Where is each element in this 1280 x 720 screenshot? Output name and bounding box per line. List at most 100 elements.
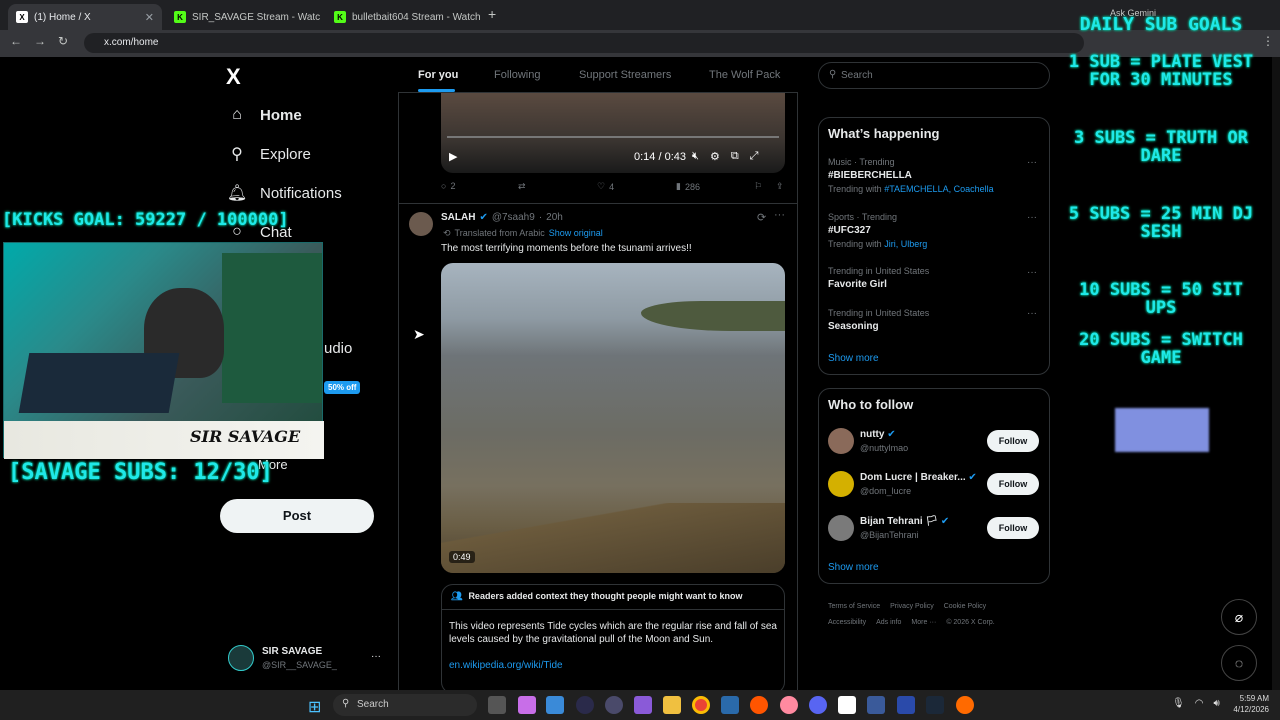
nav-label: Home [260,106,302,124]
mute-icon[interactable]: 🔇︎ [692,150,699,163]
clock[interactable]: 5:59 AM 4/12/2026 [1227,694,1269,714]
tab-following[interactable]: Following [494,69,540,81]
trend-with: Trending with Jiri, Ulberg [828,239,1040,249]
more-icon[interactable]: ··· [1027,308,1037,319]
more-icon[interactable]: ··· [1027,212,1037,223]
footer-link[interactable]: Cookie Policy [944,599,986,615]
share-icon[interactable]: ⇪ [776,181,784,192]
trend-with-links[interactable]: Jiri, Ulberg [884,239,927,249]
grok-icon[interactable]: ⌀ [1221,599,1257,635]
search-box[interactable]: ⚲ Search [818,62,1050,89]
tweet-age[interactable]: 20h [546,212,563,223]
tab-support-streamers[interactable]: Support Streamers [579,69,671,81]
avatar[interactable] [828,471,854,497]
tab-x-home[interactable]: X (1) Home / X ✕ [8,4,162,30]
windows-start-icon[interactable]: ⊞ [308,697,321,717]
follow-button[interactable]: Follow [987,473,1039,495]
avatar[interactable] [828,515,854,541]
show-more-trends[interactable]: Show more [828,353,879,364]
trend-item[interactable]: Sports · Trending #UFC327 Trending with … [828,212,1040,249]
more-icon[interactable]: ··· [1027,157,1037,168]
bookmark-icon[interactable]: ⚐ [754,181,762,192]
follow-button[interactable]: Follow [987,517,1039,539]
more-icon[interactable]: ··· [1027,267,1037,278]
app-icon[interactable] [956,696,974,714]
reply-button[interactable]: ○ 2 [441,181,455,191]
tab-wolf-pack[interactable]: The Wolf Pack [709,69,780,81]
views-button[interactable]: ▮ 286 [676,181,700,192]
footer-link[interactable]: Terms of Service [828,599,880,615]
video-progress[interactable] [447,136,779,138]
copilot-icon[interactable] [518,696,536,714]
trend-item[interactable]: Trending in United States Favorite Girl [828,266,1040,290]
footer-link[interactable]: Ads info [876,615,901,631]
capcut-icon[interactable] [838,696,856,714]
browser-menu-icon[interactable]: ⋮ [1262,34,1274,48]
tweet-video[interactable] [441,263,785,573]
mic-icon[interactable]: 🎙︎ [1172,698,1185,709]
follow-name[interactable]: Bijan Tehrani 🏳︎ ✔ [860,516,949,527]
nav-audio[interactable]: udio [324,340,352,357]
app-icon[interactable] [634,696,652,714]
more-icon[interactable]: ··· [774,209,785,221]
follow-name[interactable]: nutty ✔ [860,429,896,440]
nav-notifications[interactable]: 🔔︎ Notifications [227,184,342,203]
app-icon[interactable] [780,696,798,714]
new-tab-button[interactable]: + [488,6,496,22]
goals-title: DAILY SUB GOALS [1079,14,1243,35]
nav-home[interactable]: ⌂ Home [228,106,302,124]
follow-button[interactable]: Follow [987,430,1039,452]
tweet-author[interactable]: SALAH [441,212,475,223]
follow-name[interactable]: Dom Lucre | Breaker... ✔ [860,472,977,483]
steam-icon[interactable] [926,696,944,714]
show-more-follow[interactable]: Show more [828,562,879,573]
play-icon[interactable]: ▶ [449,150,457,163]
like-button[interactable]: ♡ 4 [597,181,614,192]
tweet-handle[interactable]: @7saah9 [492,212,535,223]
footer-link[interactable]: Privacy Policy [890,599,934,615]
close-icon[interactable]: ✕ [145,11,154,24]
taskbar-search[interactable]: ⚲ Search [333,694,477,716]
x-logo[interactable]: X [226,64,241,90]
wifi-icon[interactable]: ◠ [1195,698,1204,709]
soundcloud-icon[interactable] [750,696,768,714]
app-icon[interactable] [897,696,915,714]
repost-button[interactable]: ⇄ [518,181,526,192]
trend-item[interactable]: Music · Trending #BIEBERCHELLA Trending … [828,157,1040,194]
footer-link[interactable]: More ··· [911,615,936,631]
avatar[interactable] [409,212,433,236]
file-explorer-icon[interactable] [663,696,681,714]
note-link[interactable]: en.wikipedia.org/wiki/Tide [449,660,563,671]
back-icon[interactable]: ← [10,34,22,48]
settings-icon[interactable]: ⚙ [710,150,720,163]
chrome-icon[interactable] [692,696,710,714]
volume-icon[interactable]: 🔊︎ [1213,698,1219,709]
forward-icon[interactable]: → [34,34,46,48]
app-icon[interactable] [867,696,885,714]
tab-sir-savage[interactable]: K SIR_SAVAGE Stream - Watch Li ✕ [166,4,320,30]
tab-for-you[interactable]: For you [418,69,458,81]
app-icon[interactable] [605,696,623,714]
footer-link[interactable]: Accessibility [828,615,866,631]
show-original-link[interactable]: Show original [549,228,603,239]
url-field[interactable]: x.com/home [84,33,1084,53]
pip-icon[interactable]: ⧉ [731,150,739,163]
avatar[interactable] [828,428,854,454]
desktop-icon[interactable] [546,696,564,714]
tab-bulletbait[interactable]: K bulletbait604 Stream - Watch L ✕ [326,4,480,30]
trend-item[interactable]: Trending in United States Seasoning [828,308,1040,332]
task-view-icon[interactable] [488,696,506,714]
account-menu-icon[interactable]: ··· [371,651,381,662]
avatar[interactable] [228,645,254,671]
fullscreen-icon[interactable]: ⤢ [750,150,759,163]
app-icon[interactable] [576,696,594,714]
grok-icon[interactable]: ⟳ [757,211,766,224]
post-button[interactable]: Post [220,499,374,533]
scrollbar[interactable] [1272,57,1280,690]
app-icon[interactable] [721,696,739,714]
discord-icon[interactable] [809,696,827,714]
messages-icon[interactable]: ◌ [1221,645,1257,681]
reload-icon[interactable]: ↻ [58,34,68,48]
trend-with-links[interactable]: #TAEMCHELLA, Coachella [884,184,993,194]
nav-explore[interactable]: ⚲ Explore [228,145,311,164]
